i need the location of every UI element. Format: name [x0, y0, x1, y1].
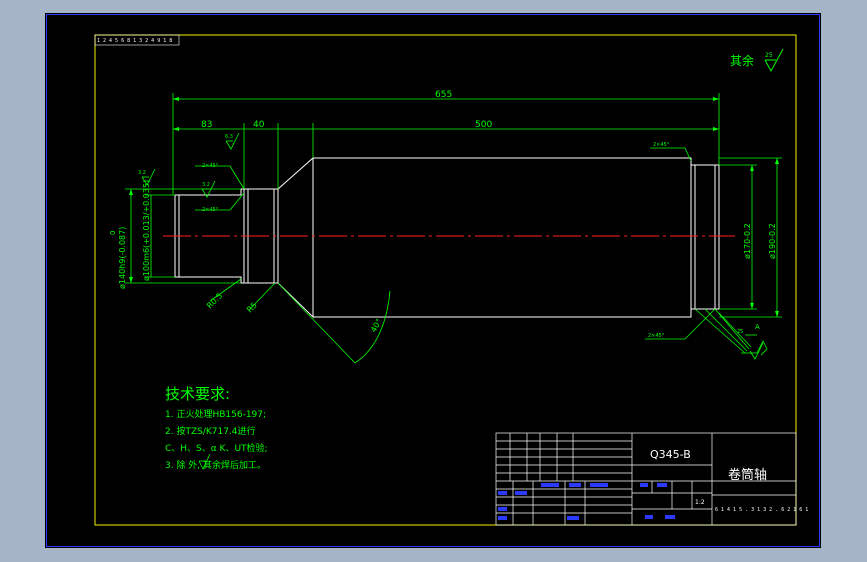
chamfer-label-1: 2×45° — [202, 163, 219, 169]
title-drawing-number: 6 1 4 1 5 . 3 1 3 2 . 6 2 1 6 1 — [715, 507, 808, 513]
tech-requirement-1: 1. 正火处理HB156-197; — [165, 408, 266, 420]
chamfer-label-2: 2×45° — [202, 207, 219, 213]
dim-left-dia-1: ø140h9(-0.087) — [118, 227, 127, 289]
dim-left-dia-2: ø100m6(+0.013/+0.035) — [142, 180, 151, 281]
chamfer-label-3: 2×45° — [653, 142, 670, 148]
title-part-name: 卷筒轴 — [728, 467, 767, 483]
tech-requirements-heading: 技术要求: — [165, 385, 230, 403]
dim-overall-length: 655 — [435, 90, 452, 100]
cad-drawing: 1 2 4 5 6 8 1 3 2 4 9 1 8 其余 25 655 83 4… — [46, 14, 820, 547]
sheet-border — [46, 14, 820, 547]
roughness-note: 其余 — [730, 53, 754, 68]
tech-requirement-3: C、H、S、α K、UT检验; — [165, 442, 268, 454]
dim-body-length: 500 — [475, 120, 492, 130]
title-scale: 1:2 — [695, 499, 705, 506]
dim-left-length: 83 — [201, 120, 212, 130]
chamfer-label-4: 2×45° — [648, 333, 665, 339]
dim-angle: 40° — [369, 317, 384, 334]
dim-left-dia-1-upper: 0 — [109, 231, 117, 235]
shaft-outline — [174, 156, 720, 319]
roughness-small-3: 6.3 — [225, 134, 233, 140]
drawing-sheet: 1 2 4 5 6 8 1 3 2 4 9 1 8 其余 25 655 83 4… — [45, 13, 821, 548]
roughness-small-2: 3.2 — [202, 182, 210, 188]
dim-radius-1: R0.5 — [205, 291, 224, 310]
dimension-arrows — [129, 97, 779, 317]
datum-label: A — [755, 323, 760, 331]
dim-right-dia-1: ø170-0.2 — [743, 223, 752, 259]
dim-shoulder-length: 40 — [253, 120, 265, 130]
title-block-tags — [498, 483, 675, 520]
dim-radius-2: R5 — [245, 301, 259, 315]
roughness-right: 25 — [737, 329, 743, 335]
tech-requirement-2: 2. 按TZS/K717.4进行 — [165, 425, 256, 437]
roughness-small-1: 3.2 — [138, 170, 146, 176]
drawing-code-top: 1 2 4 5 6 8 1 3 2 4 9 1 8 — [97, 38, 172, 44]
dim-right-dia-2: ø190-0.2 — [768, 223, 777, 259]
cad-viewport[interactable]: 1 2 4 5 6 8 1 3 2 4 9 1 8 其余 25 655 83 4… — [0, 0, 867, 562]
title-material: Q345-B — [650, 448, 691, 461]
roughness-value-top: 25 — [765, 52, 773, 59]
tech-requirement-4: 3. 除 外, 其余焊后加工。 — [165, 459, 266, 471]
dimension-lines — [125, 93, 782, 364]
